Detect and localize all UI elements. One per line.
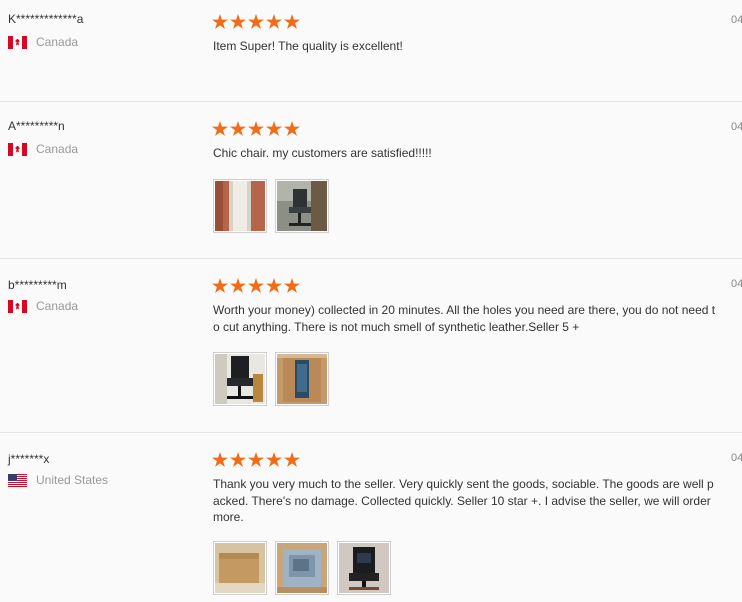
review-item: K*************a Canada Item Super! The q… <box>0 0 742 102</box>
star-icon <box>212 278 228 293</box>
dark-chair-photo[interactable] <box>337 541 391 595</box>
star-rating <box>212 278 300 294</box>
country-label: Canada <box>36 142 79 156</box>
review-item: b*********m Canada Worth your money) col… <box>0 259 742 433</box>
country-label: United States <box>36 473 109 487</box>
canada-flag-icon <box>8 35 27 49</box>
reviewer-country: United States <box>8 473 108 487</box>
star-icon <box>248 278 264 293</box>
review-photos <box>213 352 329 406</box>
star-icon <box>266 278 282 293</box>
review-text: Thank you very much to the seller. Very … <box>213 477 714 524</box>
reviewer-country: Canada <box>8 35 78 49</box>
review-text: Chic chair. my customers are satisfied!!… <box>213 146 432 160</box>
review-photos <box>213 541 391 595</box>
star-icon <box>284 452 300 467</box>
country-label: Canada <box>36 299 79 313</box>
star-icon <box>284 121 300 136</box>
us-flag-icon <box>8 473 27 487</box>
canada-flag-icon <box>8 142 27 156</box>
star-icon <box>212 452 228 467</box>
packed-parts-photo[interactable] <box>275 541 329 595</box>
reviewer-name: K*************a <box>8 12 84 26</box>
cardboard-box-photo[interactable] <box>213 541 267 595</box>
review-text: Worth your money) collected in 20 minute… <box>213 303 716 334</box>
reviewer-name: b*********m <box>8 278 67 292</box>
assembled-chair-photo[interactable] <box>213 352 267 406</box>
review-date: 04 <box>731 14 742 26</box>
star-icon <box>230 452 246 467</box>
review-item: j*******x United States Thank you very m… <box>0 433 742 602</box>
reviewer-name: j*******x <box>8 452 50 466</box>
star-icon <box>248 452 264 467</box>
star-icon <box>266 14 282 29</box>
reviewer-country: Canada <box>8 299 78 313</box>
star-icon <box>284 278 300 293</box>
review-date: 04 <box>731 278 742 290</box>
star-icon <box>266 121 282 136</box>
star-icon <box>230 278 246 293</box>
star-icon <box>248 121 264 136</box>
star-icon <box>212 121 228 136</box>
star-icon <box>248 14 264 29</box>
star-rating <box>212 14 300 30</box>
star-rating <box>212 452 300 468</box>
review-text: Item Super! The quality is excellent! <box>213 39 403 53</box>
star-icon <box>284 14 300 29</box>
reviewer-country: Canada <box>8 142 78 156</box>
star-icon <box>230 14 246 29</box>
star-icon <box>230 121 246 136</box>
review-date: 04 <box>731 121 742 133</box>
country-label: Canada <box>36 35 79 49</box>
chair-in-box-photo[interactable] <box>275 352 329 406</box>
star-icon <box>266 452 282 467</box>
review-item: A*********n Canada Chic chair. my custom… <box>0 102 742 259</box>
star-icon <box>212 14 228 29</box>
star-rating <box>212 121 300 137</box>
reviewer-name: A*********n <box>8 119 65 133</box>
hallway-photo[interactable] <box>213 179 267 233</box>
review-date: 04 <box>731 452 742 464</box>
review-photos <box>213 179 329 233</box>
office-chair-photo[interactable] <box>275 179 329 233</box>
canada-flag-icon <box>8 299 27 313</box>
